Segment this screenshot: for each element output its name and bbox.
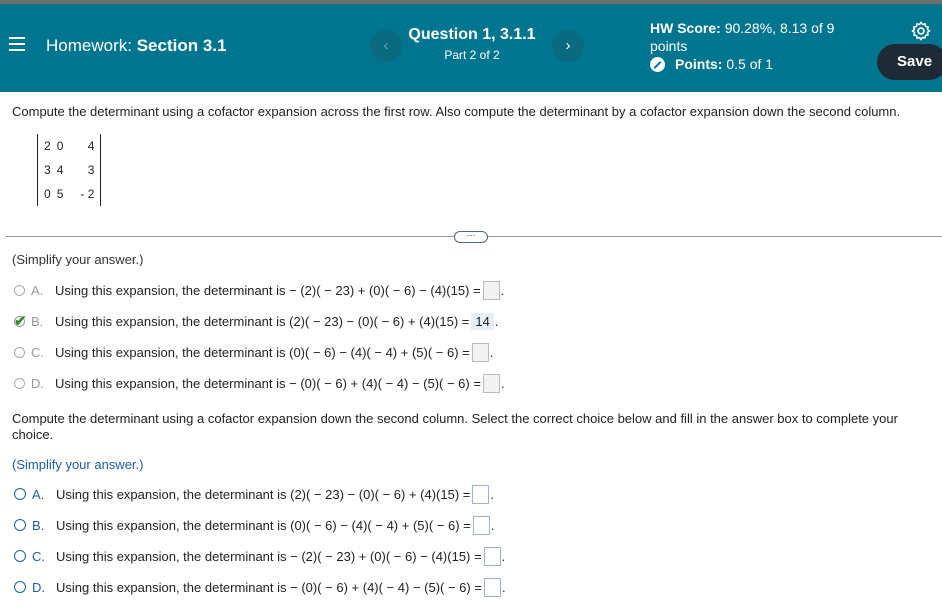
header-bar: Homework: Section 3.1 ‹ Question 1, 3.1.… <box>0 4 942 92</box>
problem-instruction: Compute the determinant using a cofactor… <box>12 104 901 119</box>
option-letter: A. <box>31 282 44 298</box>
matrix-cell: 4 <box>56 163 64 177</box>
answer-value: 14 <box>471 312 494 330</box>
question-indicator: Question 1, 3.1.1 Part 2 of 2 <box>400 26 544 62</box>
matrix-row: 2 0 4 <box>41 134 97 158</box>
chevron-right-icon[interactable]: › <box>552 30 584 62</box>
radio-button[interactable]: ✔ <box>14 313 27 330</box>
option-letter: A. <box>32 486 45 502</box>
part2-instruction: Compute the determinant using a cofactor… <box>12 411 898 442</box>
radio-button[interactable] <box>14 346 25 358</box>
question-part: Part 2 of 2 <box>444 48 500 62</box>
simplify-note: (Simplify your answer.) <box>12 457 144 472</box>
option-letter: C. <box>31 344 44 360</box>
gear-icon[interactable] <box>910 20 932 42</box>
hw-score: HW Score: 90.28%, 8.13 of 9 points <box>650 19 834 55</box>
points-value: 0.5 of 1 <box>726 56 774 72</box>
answer-box[interactable] <box>483 577 501 597</box>
points-label: Points: <box>675 56 723 72</box>
option-letter: D. <box>32 579 45 595</box>
save-button[interactable]: Save <box>877 44 942 80</box>
radio-button[interactable] <box>14 377 25 389</box>
matrix-cell: 2 <box>44 139 51 153</box>
matrix-row: 0 5 - 2 <box>41 182 97 206</box>
option-text: Using this expansion, the determinant is… <box>56 486 471 502</box>
radio-button[interactable] <box>14 284 25 296</box>
option-text: Using this expansion, the determinant is… <box>55 344 470 360</box>
option-text: Using this expansion, the determinant is… <box>56 579 482 595</box>
matrix-cell: 5 <box>56 187 64 201</box>
homework-title: Homework: Section 3.1 <box>46 36 226 56</box>
option-letter: B. <box>32 517 45 533</box>
matrix-cell: 0 <box>44 187 51 201</box>
part2-option-b[interactable]: B. Using this expansion, the determinant… <box>14 515 494 535</box>
option-text: Using this expansion, the determinant is… <box>56 548 482 564</box>
menu-icon[interactable] <box>9 37 25 51</box>
option-text: Using this expansion, the determinant is… <box>55 375 481 391</box>
answer-box[interactable] <box>471 342 489 362</box>
answer-box[interactable] <box>482 280 500 300</box>
matrix-cell: 3 <box>44 163 51 177</box>
question-title: Question 1, 3.1.1 <box>408 26 536 43</box>
part2-option-d[interactable]: D. Using this expansion, the determinant… <box>14 577 506 597</box>
score-value: 90.28%, 8.13 of 9 <box>724 20 835 36</box>
points-status-icon <box>650 56 665 72</box>
radio-button[interactable] <box>14 488 26 500</box>
part1-option-d[interactable]: D. Using this expansion, the determinant… <box>14 373 505 393</box>
matrix-cell: - 2 <box>80 187 95 201</box>
part2-option-a[interactable]: A. Using this expansion, the determinant… <box>14 484 494 504</box>
option-text: Using this expansion, the determinant is… <box>55 313 470 329</box>
score-unit: points <box>650 38 688 54</box>
chevron-left-icon[interactable]: ‹ <box>370 30 402 62</box>
matrix: 2 0 4 3 4 3 0 5 - 2 <box>37 134 102 206</box>
part1-option-b[interactable]: ✔ B. Using this expansion, the determina… <box>14 311 498 331</box>
matrix-row: 3 4 3 <box>41 158 97 182</box>
option-letter: B. <box>31 313 44 329</box>
section-label: Section 3.1 <box>136 36 227 55</box>
option-text: Using this expansion, the determinant is… <box>55 282 481 298</box>
matrix-cell: 4 <box>87 139 95 153</box>
radio-button[interactable] <box>14 550 26 562</box>
answer-box[interactable] <box>482 373 500 393</box>
matrix-cell: 3 <box>87 163 95 177</box>
checkmark-icon: ✔ <box>14 312 27 330</box>
radio-button[interactable] <box>14 519 26 531</box>
part1-option-c[interactable]: C. Using this expansion, the determinant… <box>14 342 493 362</box>
answer-box[interactable] <box>483 546 501 566</box>
score-label: HW Score: <box>650 20 721 36</box>
part1-option-a[interactable]: A. Using this expansion, the determinant… <box>14 280 504 300</box>
option-letter: C. <box>32 548 45 564</box>
homework-label: Homework: <box>46 36 132 55</box>
radio-button[interactable] <box>14 581 26 593</box>
simplify-note-cut: (Simplify your answer.) <box>12 254 144 266</box>
answer-box[interactable] <box>472 515 490 535</box>
answer-box[interactable] <box>472 484 490 504</box>
divider-handle[interactable]: ⋯ <box>454 231 488 243</box>
points-line: Points: 0.5 of 1 <box>650 56 773 72</box>
option-letter: D. <box>31 375 44 391</box>
part2-option-c[interactable]: C. Using this expansion, the determinant… <box>14 546 505 566</box>
option-text: Using this expansion, the determinant is… <box>56 517 471 533</box>
matrix-cell: 0 <box>56 139 64 153</box>
